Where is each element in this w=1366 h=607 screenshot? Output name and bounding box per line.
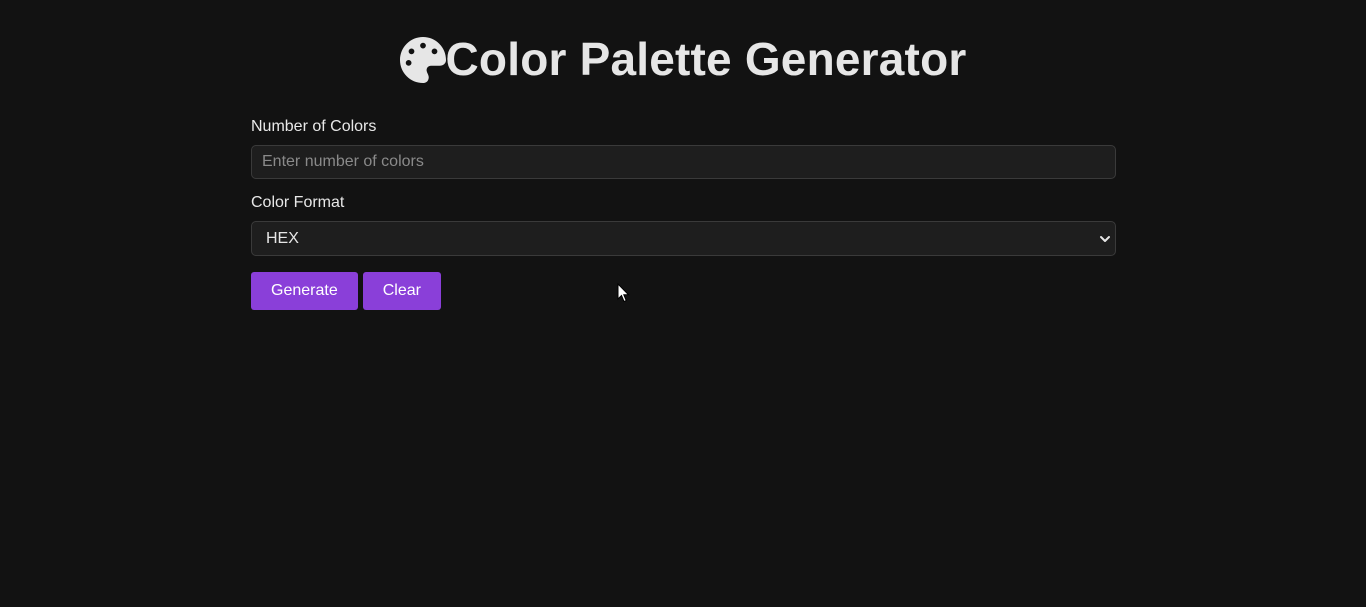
- count-input[interactable]: [251, 145, 1116, 179]
- format-select[interactable]: HEX: [251, 221, 1116, 256]
- format-label: Color Format: [251, 194, 345, 211]
- count-group: Number of Colors: [251, 117, 1116, 179]
- page-title: Color Palette Generator: [445, 33, 967, 85]
- button-row: Generate Clear: [251, 272, 1116, 310]
- mouse-cursor-icon: [617, 283, 630, 303]
- chevron-down-icon: [1100, 236, 1110, 242]
- page: Color Palette Generator Number of Colors…: [0, 0, 1366, 607]
- count-label: Number of Colors: [251, 118, 377, 135]
- format-group: Color Format HEX: [251, 193, 1116, 256]
- header: Color Palette Generator: [0, 32, 1366, 86]
- format-select-value[interactable]: HEX: [251, 221, 1116, 256]
- generate-button[interactable]: Generate: [251, 272, 358, 310]
- clear-button[interactable]: Clear: [362, 272, 441, 310]
- palette-icon: [399, 37, 446, 83]
- palette-form: Number of Colors Color Format HEX Genera…: [251, 117, 1116, 310]
